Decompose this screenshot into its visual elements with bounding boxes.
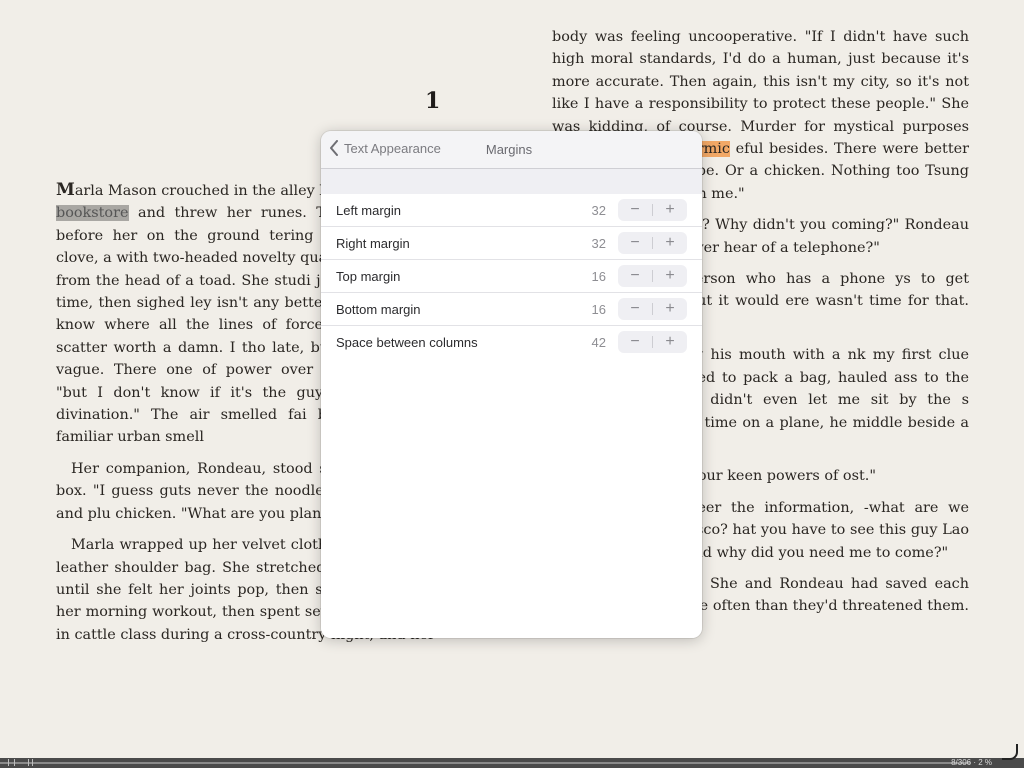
scrubber-tick [28,759,29,766]
margins-popover: Text Appearance Margins Left margin 32 −… [321,131,702,638]
margin-row-label: Top margin [336,268,401,284]
increment-button[interactable]: + [653,199,687,221]
decrement-button[interactable]: − [618,298,652,320]
margin-row-value: 16 [591,268,606,284]
decrement-button[interactable]: − [618,199,652,221]
increment-button[interactable]: + [653,331,687,353]
increment-button[interactable]: + [653,265,687,287]
chapter-number: 1 [425,88,441,114]
page-curl-icon[interactable] [1002,744,1018,760]
highlighted-word-bookstore[interactable]: bookstore [56,205,129,222]
margin-row-value: 32 [591,235,606,251]
margin-row-value: 42 [591,334,606,350]
bottom-margin-stepper[interactable]: − + [618,298,687,320]
scrubber-tick [8,759,9,766]
decrement-button[interactable]: − [618,232,652,254]
popover-title: Margins [485,142,533,157]
left-paragraph-1-text-a: arla Mason crouched in the alley be [74,183,338,199]
right-margin-stepper[interactable]: − + [618,232,687,254]
left-margin-stepper[interactable]: − + [618,199,687,221]
margin-row-value: 32 [591,202,606,218]
scrubber-tick [14,759,15,766]
popover-header: Text Appearance Margins [321,131,702,169]
margin-row-label: Right margin [336,235,410,251]
margin-row-top: Top margin 16 − + [321,260,702,293]
margin-row-bottom: Bottom margin 16 − + [321,293,702,326]
increment-button[interactable]: + [653,298,687,320]
page-count-label: 8/306 · 2 % [951,758,992,767]
margin-row-label: Space between columns [336,334,478,350]
decrement-button[interactable]: − [618,331,652,353]
margin-row-label: Left margin [336,202,402,218]
column-spacing-stepper[interactable]: − + [618,331,687,353]
page-scrubber[interactable]: 8/306 · 2 % [0,758,1024,768]
increment-button[interactable]: + [653,232,687,254]
margin-row-value: 16 [591,301,606,317]
margin-row-column-spacing: Space between columns 42 − + [321,326,702,358]
popover-empty-area [321,358,702,638]
scrubber-tick [32,759,33,766]
margin-settings-list: Left margin 32 − + Right margin 32 − + T… [321,194,702,358]
decrement-button[interactable]: − [618,265,652,287]
top-margin-stepper[interactable]: − + [618,265,687,287]
scrubber-track[interactable] [0,762,970,764]
drop-cap: M [56,180,75,200]
margin-row-label: Bottom margin [336,301,421,317]
margin-row-right: Right margin 32 − + [321,227,702,260]
margin-row-left: Left margin 32 − + [321,194,702,227]
